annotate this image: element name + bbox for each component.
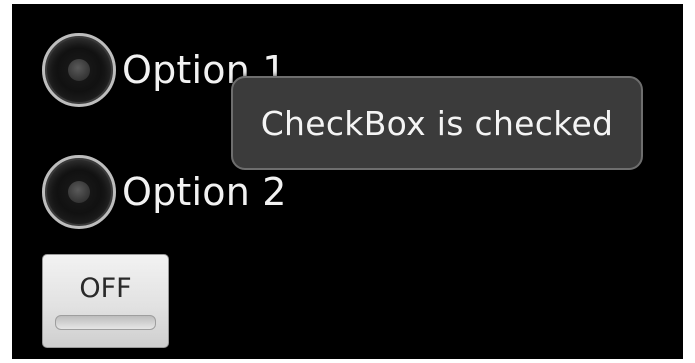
radio-button-icon[interactable] bbox=[42, 33, 116, 107]
toggle-button-label: OFF bbox=[79, 273, 132, 304]
app-screen: Option 1 Option 2 CheckBox is checked OF… bbox=[12, 4, 683, 359]
radio-indicator-dot bbox=[68, 181, 90, 203]
radio-indicator-dot bbox=[68, 59, 90, 81]
toast-message: CheckBox is checked bbox=[260, 103, 614, 143]
radio-option-2-label: Option 2 bbox=[122, 170, 287, 214]
toggle-state-indicator bbox=[55, 315, 156, 330]
radio-button-icon[interactable] bbox=[42, 155, 116, 229]
toggle-button[interactable]: OFF bbox=[42, 254, 169, 348]
toast-notification: CheckBox is checked bbox=[231, 76, 643, 170]
